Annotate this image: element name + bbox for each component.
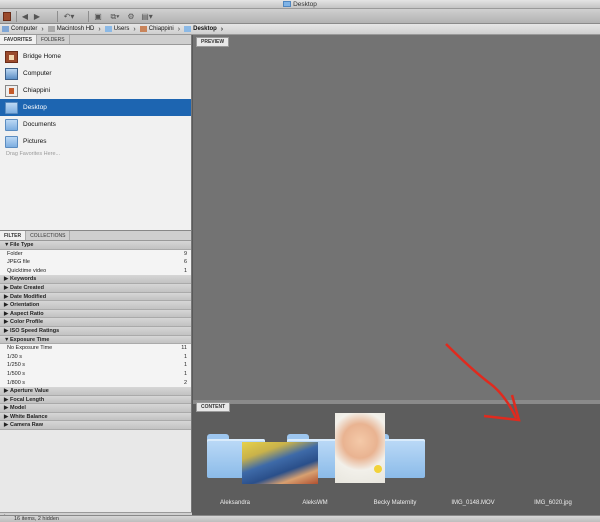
status-text: 16 items, 2 hidden: [14, 516, 59, 522]
status-bar: 16 items, 2 hidden: [0, 515, 600, 522]
annotation-arrow: [445, 343, 521, 422]
